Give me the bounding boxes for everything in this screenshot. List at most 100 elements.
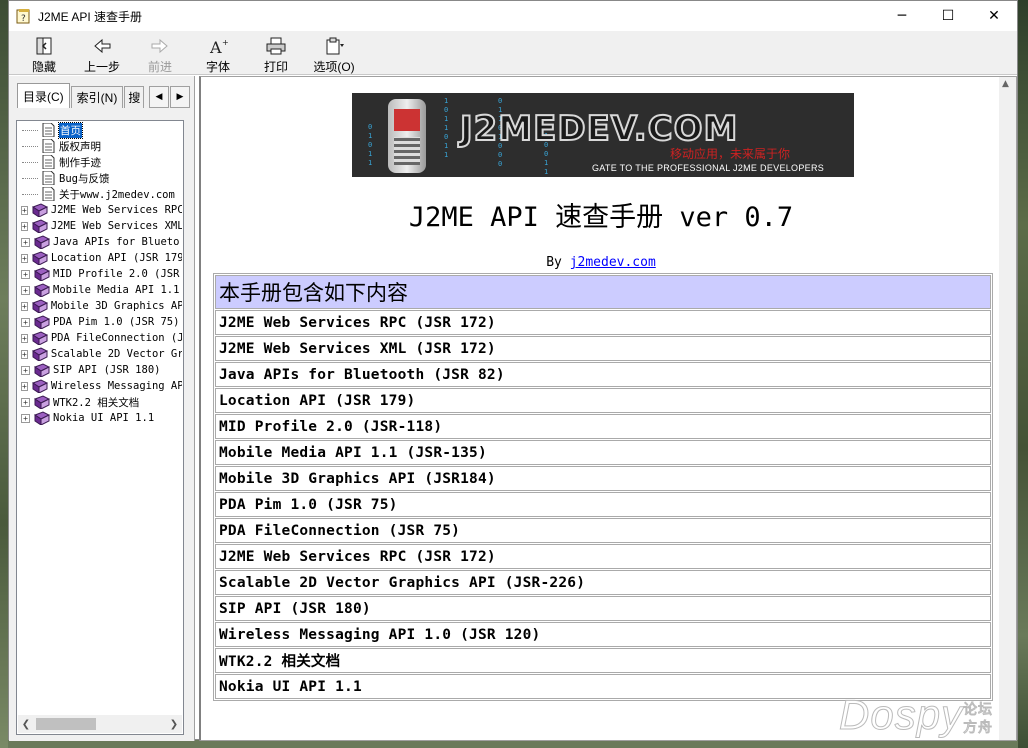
font-label: 字体 — [205, 60, 230, 74]
page-icon — [40, 138, 56, 154]
expand-icon[interactable]: + — [21, 397, 30, 407]
scroll-right-arrow-icon[interactable]: ❯ — [166, 719, 182, 730]
tree-item-label: 首页 — [58, 122, 83, 139]
tree-item[interactable]: Bug与反馈 — [18, 170, 182, 186]
tree-item[interactable]: + Mobile Media API 1.1 — [18, 282, 182, 298]
tree-item[interactable]: 关于www.j2medev.com — [18, 186, 182, 202]
hide-pane-icon — [36, 37, 52, 55]
tree-item-label: PDA FileConnection (J — [50, 332, 182, 344]
expand-icon[interactable]: + — [21, 317, 30, 327]
options-label: 选项(O) — [313, 60, 355, 74]
table-row[interactable]: WTK2.2 相关文档 — [215, 648, 991, 673]
expand-icon[interactable]: + — [21, 333, 28, 343]
tree-item[interactable]: + MID Profile 2.0 (JSR — [18, 266, 182, 282]
tree-item-label: Mobile Media API 1.1 — [53, 284, 180, 296]
table-row[interactable]: PDA FileConnection (JSR 75) — [215, 518, 991, 543]
expand-icon[interactable]: + — [21, 301, 28, 311]
contents-tree-box: 首页 版权声明 制作手迹 Bug与反馈 关于www.j2medev.com + J2ME W… — [16, 120, 184, 735]
scroll-left-arrow-icon[interactable]: ❮ — [18, 719, 34, 730]
font-icon: A + — [209, 38, 229, 56]
expand-icon[interactable]: + — [21, 365, 30, 375]
tree-item[interactable]: + Nokia UI API 1.1 — [18, 410, 182, 426]
hide-button[interactable]: 隐藏 — [15, 31, 73, 75]
tree-item[interactable]: + Mobile 3D Graphics AP — [18, 298, 182, 314]
expand-icon[interactable]: + — [21, 253, 28, 263]
table-row[interactable]: MID Profile 2.0 (JSR-118) — [215, 414, 991, 439]
expand-icon[interactable]: + — [21, 413, 30, 423]
options-button[interactable]: 选项(O) — [305, 31, 363, 75]
table-row[interactable]: J2ME Web Services RPC (JSR 172) — [215, 544, 991, 569]
tree-item[interactable]: + Location API (JSR 179 — [18, 250, 182, 266]
print-button[interactable]: 打印 — [247, 31, 305, 75]
tree-item[interactable]: + PDA Pim 1.0 (JSR 75) — [18, 314, 182, 330]
book-icon — [31, 347, 48, 362]
tab-index[interactable]: 索引(N) — [70, 86, 124, 108]
expand-icon[interactable]: + — [21, 205, 28, 215]
byline: By j2medev.com — [201, 255, 1001, 270]
title-bar[interactable]: ? J2ME API 速查手册 ─ ☐ ✕ — [9, 1, 1017, 31]
tree-item-label: WTK2.2 相关文档 — [53, 396, 140, 409]
contents-tree: 首页 版权声明 制作手迹 Bug与反馈 关于www.j2medev.com + J2ME W… — [18, 122, 182, 715]
book-icon — [31, 203, 48, 218]
tab-scroll-left-button[interactable]: ◀ — [149, 86, 169, 108]
tab-scroll-right-button[interactable]: ▶ — [170, 86, 190, 108]
table-row[interactable]: J2ME Web Services XML (JSR 172) — [215, 336, 991, 361]
desktop-background-left — [0, 0, 8, 748]
table-row[interactable]: Mobile 3D Graphics API (JSR184) — [215, 466, 991, 491]
expand-icon[interactable]: + — [21, 285, 30, 295]
table-row[interactable]: Scalable 2D Vector Graphics API (JSR-226… — [215, 570, 991, 595]
back-button[interactable]: 上一步 — [73, 31, 131, 75]
expand-icon[interactable]: + — [21, 221, 28, 231]
font-button[interactable]: A + 字体 — [189, 31, 247, 75]
tree-item[interactable]: + PDA FileConnection (J — [18, 330, 182, 346]
close-button[interactable]: ✕ — [971, 1, 1017, 31]
table-row[interactable]: J2ME Web Services RPC (JSR 172) — [215, 310, 991, 335]
expand-icon[interactable]: + — [21, 269, 30, 279]
tree-item[interactable]: + WTK2.2 相关文档 — [18, 394, 182, 410]
table-row[interactable]: Location API (JSR 179) — [215, 388, 991, 413]
scroll-up-arrow-icon[interactable]: ▲ — [1002, 79, 1009, 89]
book-icon — [33, 283, 51, 298]
table-row[interactable]: SIP API (JSR 180) — [215, 596, 991, 621]
tab-contents[interactable]: 目录(C) — [17, 83, 70, 108]
expand-icon[interactable]: + — [21, 237, 30, 247]
book-icon — [31, 331, 48, 346]
table-row[interactable]: PDA Pim 1.0 (JSR 75) — [215, 492, 991, 517]
tree-item[interactable]: + SIP API (JSR 180) — [18, 362, 182, 378]
table-row[interactable]: Java APIs for Bluetooth (JSR 82) — [215, 362, 991, 387]
tree-item[interactable]: + J2ME Web Services XML — [18, 218, 182, 234]
tree-item-label: Wireless Messaging AP — [50, 380, 182, 392]
book-icon — [31, 379, 48, 394]
tree-item-label: Nokia UI API 1.1 — [53, 412, 155, 424]
tree-connector — [22, 193, 38, 195]
svg-text:+: + — [222, 38, 229, 47]
tree-item[interactable]: + J2ME Web Services RPC — [18, 202, 182, 218]
book-icon — [31, 251, 48, 266]
tree-horizontal-scrollbar[interactable]: ❮ ❯ — [18, 715, 182, 733]
tree-item[interactable]: 首页 — [18, 122, 182, 139]
tree-item[interactable]: + Java APIs for Blueto — [18, 234, 182, 250]
tree-item-label: MID Profile 2.0 (JSR — [53, 268, 180, 280]
table-row[interactable]: Wireless Messaging API 1.0 (JSR 120) — [215, 622, 991, 647]
tree-item[interactable]: + Wireless Messaging AP — [18, 378, 182, 394]
tab-search[interactable]: 搜 — [124, 86, 145, 108]
forward-button[interactable]: 前进 — [131, 31, 189, 75]
desktop-background-right — [1018, 0, 1028, 748]
tree-item-label: 关于www.j2medev.com — [59, 188, 175, 201]
content-vertical-scrollbar[interactable]: ▲ — [999, 77, 1016, 740]
j2medev-link[interactable]: j2medev.com — [570, 255, 656, 270]
j2medev-banner-image: 01011 1011011 01101000 0100111 J2MEDEV.C… — [352, 93, 854, 177]
maximize-button[interactable]: ☐ — [925, 1, 971, 31]
tree-item[interactable]: + Scalable 2D Vector Gr — [18, 346, 182, 362]
tree-item[interactable]: 制作手迹 — [18, 154, 182, 170]
page-icon — [40, 170, 56, 186]
tree-item[interactable]: 版权声明 — [18, 138, 182, 154]
scroll-thumb[interactable] — [36, 718, 96, 730]
minimize-button[interactable]: ─ — [879, 1, 925, 31]
tree-item-label: Location API (JSR 179 — [50, 252, 182, 264]
phone-image — [388, 99, 426, 173]
expand-icon[interactable]: + — [21, 381, 28, 391]
table-row[interactable]: Mobile Media API 1.1 (JSR-135) — [215, 440, 991, 465]
book-icon — [31, 299, 48, 314]
expand-icon[interactable]: + — [21, 349, 28, 359]
